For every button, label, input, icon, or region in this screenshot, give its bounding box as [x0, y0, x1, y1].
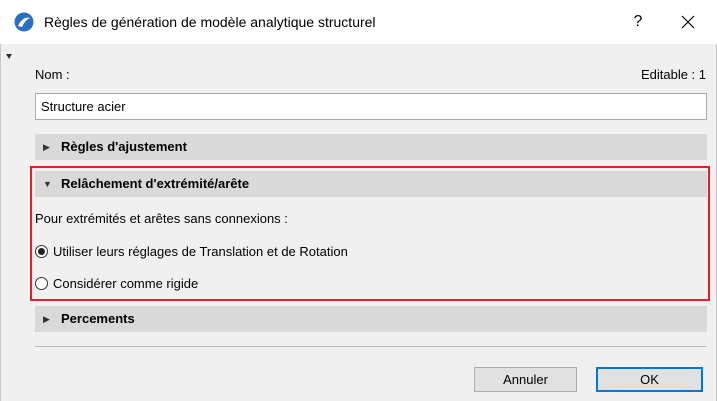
archicad-logo-icon [14, 12, 34, 32]
highlight-box [30, 166, 710, 301]
close-icon [681, 15, 695, 29]
triangle-right-icon: ▶ [43, 314, 50, 324]
section-label: Règles d'ajustement [61, 139, 187, 154]
cancel-button[interactable]: Annuler [474, 367, 577, 392]
ok-button[interactable]: OK [596, 367, 703, 392]
editable-label: Editable : 1 [640, 67, 706, 82]
name-input[interactable] [35, 93, 707, 120]
window-title: Règles de génération de modèle analytiqu… [44, 14, 376, 30]
close-button[interactable] [676, 10, 700, 34]
help-button[interactable]: ? [626, 10, 650, 34]
triangle-right-icon: ▶ [43, 142, 50, 152]
divider [35, 346, 707, 347]
resize-handle-icon[interactable] [6, 54, 12, 59]
section-adjustment-rules[interactable]: ▶ Règles d'ajustement [35, 134, 707, 160]
name-label: Nom : [35, 67, 70, 82]
section-label: Percements [61, 311, 135, 326]
title-bar: Règles de génération de modèle analytiqu… [0, 0, 717, 44]
section-holes[interactable]: ▶ Percements [35, 306, 707, 332]
